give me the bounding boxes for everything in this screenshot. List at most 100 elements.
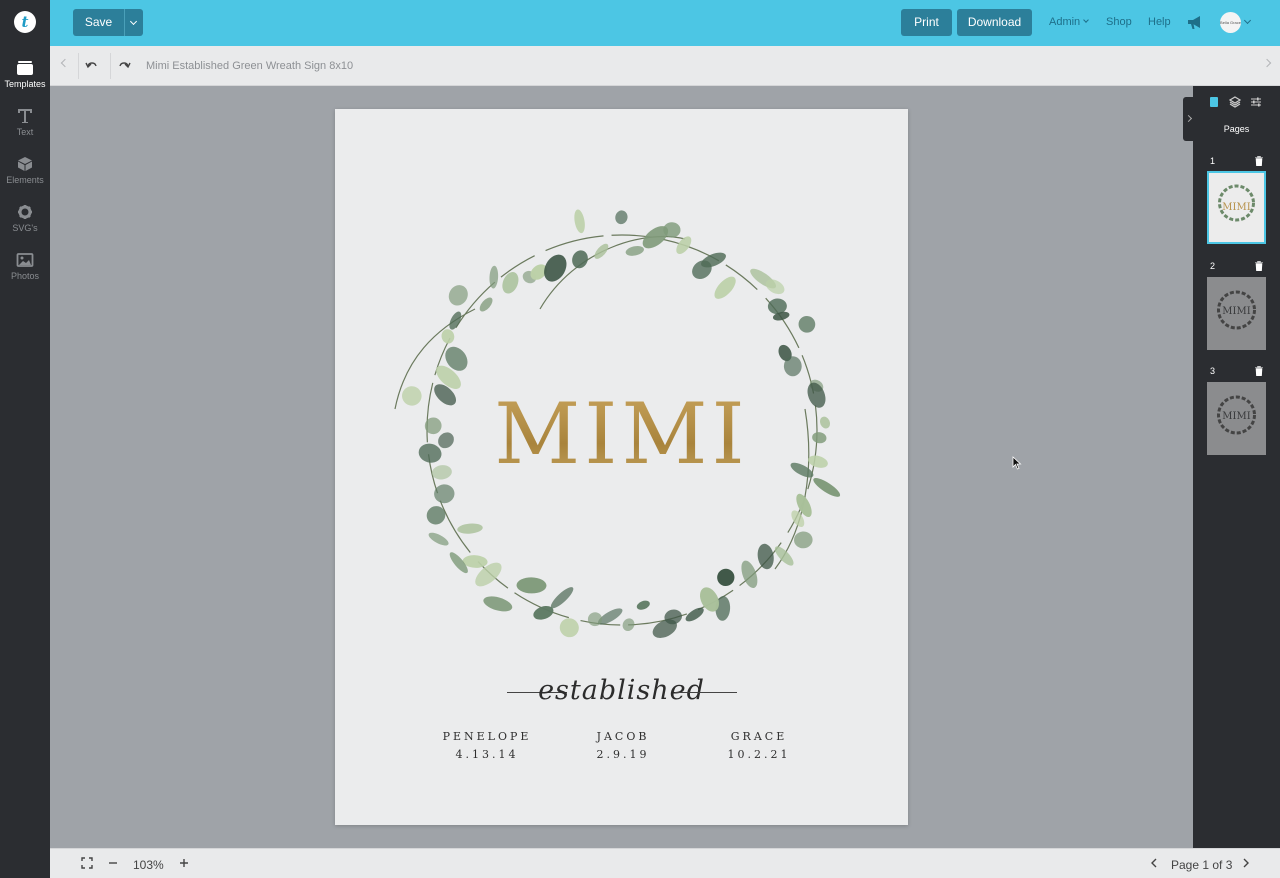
user-avatar[interactable]: Bella Grace bbox=[1220, 12, 1241, 33]
previous-page-icon[interactable] bbox=[1150, 857, 1158, 869]
wreath-leaf bbox=[574, 209, 585, 234]
wreath-leaf bbox=[794, 531, 813, 549]
sidebar-item-elements[interactable]: Elements bbox=[0, 156, 50, 200]
wreath-leaf bbox=[502, 272, 519, 294]
wreath-leaf bbox=[741, 560, 758, 589]
thumb-text: MIMI bbox=[1222, 202, 1251, 213]
child-entry-2[interactable]: JACOB 2.9.19 bbox=[563, 730, 683, 761]
design-main-name[interactable]: MIMI bbox=[335, 385, 908, 483]
page-thumbnail-3[interactable]: MIMI bbox=[1207, 382, 1266, 455]
sidebar-item-label: Elements bbox=[6, 175, 44, 185]
elements-icon bbox=[18, 157, 32, 171]
established-script-text[interactable]: established bbox=[335, 675, 908, 706]
layers-icon[interactable] bbox=[1229, 96, 1241, 108]
save-options-chevron-icon[interactable] bbox=[124, 9, 143, 36]
child-name: JACOB bbox=[596, 730, 650, 743]
wreath-leaf bbox=[783, 356, 802, 377]
sidebar-item-svgs[interactable]: SVG's bbox=[0, 204, 50, 248]
sidebar-item-label: Templates bbox=[4, 79, 46, 89]
wreath-leaf bbox=[559, 618, 579, 638]
wreath-leaf bbox=[550, 587, 574, 609]
wreath-leaf bbox=[441, 329, 455, 344]
app-logo[interactable]: t bbox=[14, 11, 36, 33]
admin-label: Admin bbox=[1049, 16, 1081, 28]
left-sidebar: Templates Text Elements SVG's Photos bbox=[0, 46, 50, 878]
shop-link[interactable]: Shop bbox=[1106, 16, 1132, 28]
top-bar: t Save Print Download Admin Shop Help Be… bbox=[0, 0, 1280, 46]
help-link[interactable]: Help bbox=[1148, 16, 1171, 28]
wreath-leaf bbox=[479, 297, 493, 312]
print-button[interactable]: Print bbox=[901, 9, 952, 36]
wreath-leaf bbox=[587, 612, 603, 627]
child-name: GRACE bbox=[730, 730, 788, 743]
wreath-leaf bbox=[717, 568, 735, 587]
editor-toolbar: Mimi Established Green Wreath Sign 8x10 bbox=[50, 46, 1280, 86]
thumb-text: MIMI bbox=[1222, 411, 1251, 422]
trash-icon[interactable] bbox=[1255, 366, 1263, 376]
redo-icon bbox=[119, 62, 131, 69]
sidebar-item-label: SVG's bbox=[12, 223, 38, 233]
account-chevron-down-icon[interactable] bbox=[1243, 16, 1252, 25]
wreath-leaf bbox=[457, 523, 483, 534]
download-button[interactable]: Download bbox=[957, 9, 1032, 36]
wreath-leaf bbox=[798, 315, 816, 333]
wreath-leaf bbox=[622, 618, 635, 632]
wreath-leaf bbox=[428, 532, 449, 546]
wreath-leaf bbox=[636, 600, 650, 610]
sidebar-item-text[interactable]: Text bbox=[0, 108, 50, 152]
wreath-leaf bbox=[594, 243, 609, 259]
photos-icon bbox=[16, 253, 34, 267]
thumb-text: MIMI bbox=[1222, 306, 1251, 317]
sidebar-item-label: Photos bbox=[10, 271, 40, 281]
templates-icon bbox=[17, 61, 33, 75]
mouse-cursor-icon bbox=[1012, 456, 1022, 470]
wreath-leaf bbox=[489, 265, 499, 289]
pages-icon[interactable] bbox=[1208, 96, 1220, 108]
wreath-leaf bbox=[774, 546, 794, 566]
pages-panel-title: Pages bbox=[1223, 124, 1250, 134]
wreath-leaf bbox=[426, 506, 446, 525]
admin-menu[interactable]: Admin bbox=[1049, 16, 1090, 28]
scroll-left-icon[interactable] bbox=[60, 58, 70, 68]
announcements-megaphone-icon[interactable] bbox=[1187, 15, 1203, 30]
wreath-leaf bbox=[483, 596, 513, 612]
zoom-out-icon[interactable] bbox=[108, 857, 118, 869]
child-entry-1[interactable]: PENELOPE 4.13.14 bbox=[427, 730, 547, 761]
undo-icon bbox=[85, 62, 97, 69]
child-entry-3[interactable]: GRACE 10.2.21 bbox=[699, 730, 819, 761]
sidebar-item-label: Text bbox=[16, 127, 34, 137]
save-button[interactable]: Save bbox=[73, 9, 124, 36]
design-canvas-page[interactable]: MIMI established PENELOPE 4.13.14 JACOB … bbox=[335, 109, 908, 825]
sidebar-item-templates[interactable]: Templates bbox=[0, 60, 50, 104]
wreath-leaf bbox=[615, 210, 628, 225]
fit-to-screen-icon[interactable] bbox=[81, 857, 93, 869]
wreath-leaf bbox=[714, 276, 736, 299]
zoom-level[interactable]: 103% bbox=[133, 858, 164, 872]
page-number: 2 bbox=[1210, 261, 1216, 271]
trash-icon[interactable] bbox=[1255, 261, 1263, 271]
trash-icon[interactable] bbox=[1255, 156, 1263, 166]
document-title[interactable]: Mimi Established Green Wreath Sign 8x10 bbox=[146, 60, 353, 72]
chevron-down-icon bbox=[1083, 17, 1090, 23]
zoom-in-icon[interactable] bbox=[179, 857, 189, 869]
wreath-leaf bbox=[757, 543, 774, 570]
sidebar-item-photos[interactable]: Photos bbox=[0, 252, 50, 296]
redo-button[interactable] bbox=[110, 53, 136, 79]
page-number: 3 bbox=[1210, 366, 1216, 376]
svgs-gear-icon bbox=[18, 205, 32, 219]
wreath-leaf bbox=[572, 250, 588, 269]
wreath-leaf bbox=[625, 246, 644, 256]
child-name: PENELOPE bbox=[442, 730, 532, 743]
established-flourish-right bbox=[675, 692, 737, 693]
pages-panel: Pages 1 MIMI 2 MIMI 3 MIMI bbox=[1193, 86, 1280, 848]
wreath-leaf bbox=[434, 484, 455, 504]
bottom-bar: 103% Page 1 of 3 bbox=[50, 848, 1280, 878]
save-button-group: Save bbox=[73, 9, 143, 36]
child-date: 2.9.19 bbox=[596, 748, 650, 761]
undo-button[interactable] bbox=[78, 53, 104, 79]
page-thumbnail-1[interactable]: MIMI bbox=[1207, 171, 1266, 244]
next-page-icon[interactable] bbox=[1242, 857, 1250, 869]
settings-sliders-icon[interactable] bbox=[1250, 96, 1262, 108]
page-thumbnail-2[interactable]: MIMI bbox=[1207, 277, 1266, 350]
scroll-right-icon[interactable] bbox=[1262, 58, 1272, 68]
